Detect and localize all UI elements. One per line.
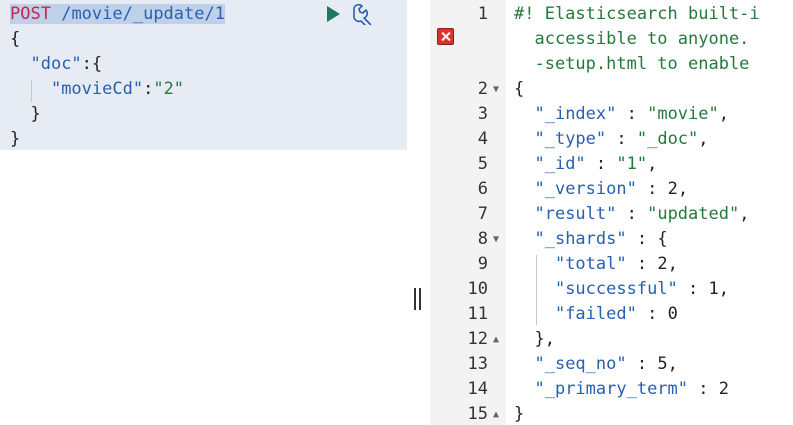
fold-arrow-up-icon[interactable]: ▲ [493,327,503,352]
line-number: 5 [477,154,488,174]
fold-arrow-down-icon[interactable]: ▼ [493,227,503,252]
response-line: "failed" : 0 [554,304,678,324]
line-number: 10 [467,279,488,299]
warning-comment-line: accessible to anyone. [534,29,750,49]
line-number: 2 [477,79,488,99]
line-number: 6 [477,179,488,199]
request-body-line: "doc":{ [30,54,103,74]
line-number: 9 [477,254,488,274]
response-line: "_type" : "_doc", [534,129,709,149]
wrench-icon[interactable] [350,3,374,25]
request-line[interactable]: POST /movie/_update/1 [10,2,225,27]
play-icon[interactable] [324,5,342,23]
request-body-line: "movieCd":"2" [50,79,185,99]
request-body-line: { [10,29,21,49]
line-number: 11 [467,304,488,324]
request-body-line: } [10,129,21,149]
line-number: 14 [467,379,488,399]
resize-handle[interactable] [413,288,423,310]
request-body-line: } [30,104,41,124]
response-line: } [514,404,525,424]
line-gutter: 1 2 3 4 5 6 7 8 9 10 11 12 13 14 15 ▼ ▼ … [430,0,506,425]
warning-comment-line: #! Elasticsearch built-i [514,4,760,24]
line-number: 4 [477,129,488,149]
response-line: "_index" : "movie", [534,104,729,124]
response-viewer: 1 2 3 4 5 6 7 8 9 10 11 12 13 14 15 ▼ ▼ … [430,0,793,425]
error-icon [437,28,454,45]
line-number: 1 [477,4,488,24]
response-line: { [514,79,525,99]
response-line: "successful" : 1, [554,279,729,299]
response-line: "total" : 2, [554,254,678,274]
pane-divider[interactable] [408,0,430,425]
response-line: "_primary_term" : 2 [534,379,729,399]
response-line: "result" : "updated", [534,204,750,224]
line-number: 7 [477,204,488,224]
response-line: "_shards" : { [534,229,668,249]
indent-guide [536,255,537,325]
line-number: 12 [467,329,488,349]
indent-guide [31,80,32,102]
line-number: 13 [467,354,488,374]
line-number: 8 [477,229,488,249]
line-number: 3 [477,104,488,124]
warning-comment-line: -setup.html to enable [534,54,750,74]
response-line: "_id" : "1", [534,154,658,174]
response-line: }, [534,329,555,349]
response-line: "_seq_no" : 5, [534,354,678,374]
fold-arrow-up-icon[interactable]: ▲ [493,402,503,425]
http-method: POST [10,4,51,24]
fold-arrow-down-icon[interactable]: ▼ [493,77,503,102]
request-editor[interactable]: POST /movie/_update/1 { "doc":{ "movieCd… [0,0,408,425]
line-number: 15 [467,404,488,424]
request-url: /movie/_update/1 [61,4,225,24]
response-line: "_version" : 2, [534,179,689,199]
